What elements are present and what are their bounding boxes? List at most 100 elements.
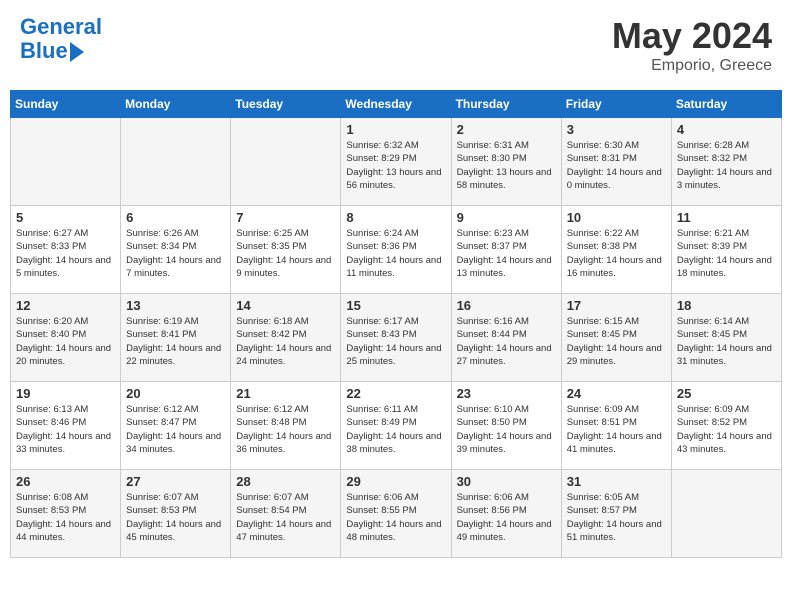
day-number: 24 [567,386,666,401]
day-number: 12 [16,298,115,313]
day-number: 25 [677,386,776,401]
calendar-cell: 28Sunrise: 6:07 AMSunset: 8:54 PMDayligh… [231,470,341,558]
calendar-cell: 9Sunrise: 6:23 AMSunset: 8:37 PMDaylight… [451,206,561,294]
calendar-cell: 16 Sunrise: 6:16 AMSunset: 8:44 PMDayligh… [451,294,561,382]
day-info: Sunrise: 6:30 AMSunset: 8:31 PMDaylight:… [567,139,666,192]
calendar-cell: 21 Sunrise: 6:12 AMSunset: 8:48 PMDayligh… [231,382,341,470]
calendar-cell: 12 Sunrise: 6:20 AMSunset: 8:40 PMDayligh… [11,294,121,382]
day-number: 28 [236,474,335,489]
day-info: Sunrise: 6:22 AMSunset: 8:38 PMDaylight:… [567,227,666,280]
day-number: 1 [346,122,445,137]
header-saturday: Saturday [671,91,781,118]
day-info: Sunrise: 6:20 AMSunset: 8:40 PMDaylight:… [16,315,115,368]
calendar-cell [11,118,121,206]
day-number: 19 [16,386,115,401]
title-block: May 2024 Emporio, Greece [612,15,772,75]
logo-blue: Blue [20,39,68,63]
calendar-cell: 7 Sunrise: 6:25 AMSunset: 8:35 PMDaylight… [231,206,341,294]
week-row-3: 12 Sunrise: 6:20 AMSunset: 8:40 PMDayligh… [11,294,782,382]
calendar-cell: 19 Sunrise: 6:13 AMSunset: 8:46 PMDayligh… [11,382,121,470]
header-tuesday: Tuesday [231,91,341,118]
day-info: Sunrise: 6:28 AMSunset: 8:32 PMDaylight:… [677,139,776,192]
day-number: 5 [16,210,115,225]
calendar-cell [121,118,231,206]
calendar-cell: 24 Sunrise: 6:09 AMSunset: 8:51 PMDayligh… [561,382,671,470]
header-monday: Monday [121,91,231,118]
day-info: Sunrise: 6:25 AMSunset: 8:35 PMDaylight:… [236,227,335,280]
day-info: Sunrise: 6:24 AMSunset: 8:36 PMDaylight:… [346,227,445,280]
header-thursday: Thursday [451,91,561,118]
day-number: 16 [457,298,556,313]
day-info: Sunrise: 6:27 AMSunset: 8:33 PMDaylight:… [16,227,115,280]
day-info: Sunrise: 6:13 AMSunset: 8:46 PMDaylight:… [16,403,115,456]
day-info: Sunrise: 6:19 AMSunset: 8:41 PMDaylight:… [126,315,225,368]
day-info: Sunrise: 6:32 AMSunset: 8:29 PMDaylight:… [346,139,445,192]
header-sunday: Sunday [11,91,121,118]
calendar-cell: 2Sunrise: 6:31 AMSunset: 8:30 PMDaylight… [451,118,561,206]
month-title: May 2024 [612,15,772,57]
logo-text: General [20,15,102,39]
calendar-cell [671,470,781,558]
day-info: Sunrise: 6:17 AMSunset: 8:43 PMDaylight:… [346,315,445,368]
calendar-cell: 17 Sunrise: 6:15 AMSunset: 8:45 PMDayligh… [561,294,671,382]
day-info: Sunrise: 6:31 AMSunset: 8:30 PMDaylight:… [457,139,556,192]
week-row-5: 26 Sunrise: 6:08 AMSunset: 8:53 PMDayligh… [11,470,782,558]
day-info: Sunrise: 6:11 AMSunset: 8:49 PMDaylight:… [346,403,445,456]
calendar-cell: 18 Sunrise: 6:14 AMSunset: 8:45 PMDayligh… [671,294,781,382]
day-number: 8 [346,210,445,225]
header-friday: Friday [561,91,671,118]
calendar-cell: 8 Sunrise: 6:24 AMSunset: 8:36 PMDaylight… [341,206,451,294]
calendar-table: SundayMondayTuesdayWednesdayThursdayFrid… [10,90,782,558]
calendar-cell: 25 Sunrise: 6:09 AMSunset: 8:52 PMDayligh… [671,382,781,470]
day-number: 23 [457,386,556,401]
calendar-cell: 15Sunrise: 6:17 AMSunset: 8:43 PMDayligh… [341,294,451,382]
day-number: 26 [16,474,115,489]
calendar-cell: 22Sunrise: 6:11 AMSunset: 8:49 PMDayligh… [341,382,451,470]
day-info: Sunrise: 6:06 AMSunset: 8:55 PMDaylight:… [346,491,445,544]
day-number: 29 [346,474,445,489]
day-info: Sunrise: 6:15 AMSunset: 8:45 PMDaylight:… [567,315,666,368]
day-number: 10 [567,210,666,225]
calendar-cell: 30 Sunrise: 6:06 AMSunset: 8:56 PMDayligh… [451,470,561,558]
day-number: 21 [236,386,335,401]
week-row-2: 5 Sunrise: 6:27 AMSunset: 8:33 PMDaylight… [11,206,782,294]
page-header: General Blue May 2024 Emporio, Greece [10,10,782,80]
day-info: Sunrise: 6:21 AMSunset: 8:39 PMDaylight:… [677,227,776,280]
week-row-1: 1 Sunrise: 6:32 AMSunset: 8:29 PMDaylight… [11,118,782,206]
day-info: Sunrise: 6:06 AMSunset: 8:56 PMDaylight:… [457,491,556,544]
day-info: Sunrise: 6:16 AMSunset: 8:44 PMDaylight:… [457,315,556,368]
day-number: 18 [677,298,776,313]
header-wednesday: Wednesday [341,91,451,118]
header-row: SundayMondayTuesdayWednesdayThursdayFrid… [11,91,782,118]
calendar-cell: 1 Sunrise: 6:32 AMSunset: 8:29 PMDaylight… [341,118,451,206]
day-number: 3 [567,122,666,137]
day-info: Sunrise: 6:12 AMSunset: 8:47 PMDaylight:… [126,403,225,456]
day-info: Sunrise: 6:09 AMSunset: 8:51 PMDaylight:… [567,403,666,456]
calendar-cell: 5 Sunrise: 6:27 AMSunset: 8:33 PMDaylight… [11,206,121,294]
day-number: 13 [126,298,225,313]
calendar-cell: 26 Sunrise: 6:08 AMSunset: 8:53 PMDayligh… [11,470,121,558]
calendar-cell: 11Sunrise: 6:21 AMSunset: 8:39 PMDayligh… [671,206,781,294]
day-info: Sunrise: 6:26 AMSunset: 8:34 PMDaylight:… [126,227,225,280]
day-number: 7 [236,210,335,225]
day-number: 30 [457,474,556,489]
logo: General Blue [20,15,102,63]
day-number: 9 [457,210,556,225]
calendar-cell: 29 Sunrise: 6:06 AMSunset: 8:55 PMDayligh… [341,470,451,558]
logo-arrow-icon [70,42,84,62]
day-info: Sunrise: 6:14 AMSunset: 8:45 PMDaylight:… [677,315,776,368]
calendar-cell: 6Sunrise: 6:26 AMSunset: 8:34 PMDaylight… [121,206,231,294]
calendar-cell: 14Sunrise: 6:18 AMSunset: 8:42 PMDayligh… [231,294,341,382]
calendar-cell: 23Sunrise: 6:10 AMSunset: 8:50 PMDayligh… [451,382,561,470]
calendar-cell: 10 Sunrise: 6:22 AMSunset: 8:38 PMDayligh… [561,206,671,294]
day-info: Sunrise: 6:09 AMSunset: 8:52 PMDaylight:… [677,403,776,456]
calendar-cell: 20Sunrise: 6:12 AMSunset: 8:47 PMDayligh… [121,382,231,470]
day-info: Sunrise: 6:12 AMSunset: 8:48 PMDaylight:… [236,403,335,456]
day-number: 17 [567,298,666,313]
calendar-cell: 27Sunrise: 6:07 AMSunset: 8:53 PMDayligh… [121,470,231,558]
calendar-cell: 3 Sunrise: 6:30 AMSunset: 8:31 PMDaylight… [561,118,671,206]
calendar-cell: 4Sunrise: 6:28 AMSunset: 8:32 PMDaylight… [671,118,781,206]
logo-general: General [20,14,102,39]
day-info: Sunrise: 6:08 AMSunset: 8:53 PMDaylight:… [16,491,115,544]
calendar-cell [231,118,341,206]
